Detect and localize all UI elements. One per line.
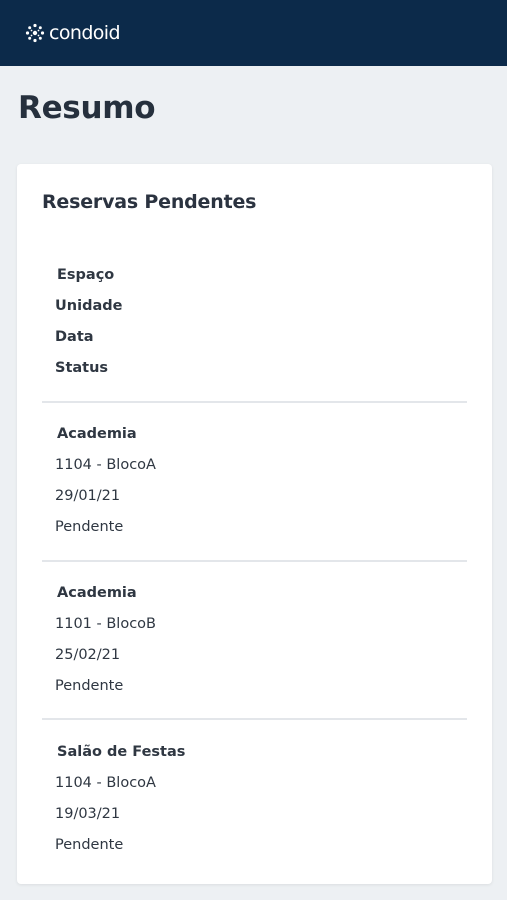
row-unit: 1104 - BlocoA	[55, 775, 156, 791]
row-date: 25/02/21	[55, 647, 121, 663]
card-title: Reservas Pendentes	[42, 191, 257, 213]
page-title: Resumo	[18, 90, 156, 126]
row-divider	[42, 401, 467, 403]
row-space: Academia	[57, 426, 137, 442]
pending-reservations-card: Reservas Pendentes Espaço Unidade Data S…	[17, 164, 492, 884]
row-unit: 1104 - BlocoA	[55, 457, 156, 473]
table-row[interactable]: Academia 1104 - BlocoA 29/01/21 Pendente	[42, 419, 467, 543]
logo[interactable]: condoid	[24, 22, 121, 44]
row-date: 29/01/21	[55, 488, 121, 504]
row-date: 19/03/21	[55, 806, 121, 822]
header-status: Status	[55, 360, 109, 376]
table-header: Espaço Unidade Data Status	[42, 260, 467, 384]
logo-text: condoid	[49, 22, 121, 44]
condoid-logo-icon	[25, 23, 45, 43]
row-unit: 1101 - BlocoB	[55, 616, 156, 632]
row-status: Pendente	[55, 837, 124, 853]
row-status: Pendente	[55, 519, 124, 535]
row-divider	[42, 560, 467, 562]
header-date: Data	[55, 329, 94, 345]
top-navbar: condoid	[0, 0, 507, 66]
row-space: Academia	[57, 585, 137, 601]
header-unit: Unidade	[55, 298, 123, 314]
table-row[interactable]: Academia 1101 - BlocoB 25/02/21 Pendente	[42, 578, 467, 702]
table-row[interactable]: Salão de Festas 1104 - BlocoA 19/03/21 P…	[42, 737, 467, 861]
row-space: Salão de Festas	[57, 744, 186, 760]
header-space: Espaço	[57, 267, 115, 283]
row-divider	[42, 718, 467, 720]
row-status: Pendente	[55, 678, 124, 694]
